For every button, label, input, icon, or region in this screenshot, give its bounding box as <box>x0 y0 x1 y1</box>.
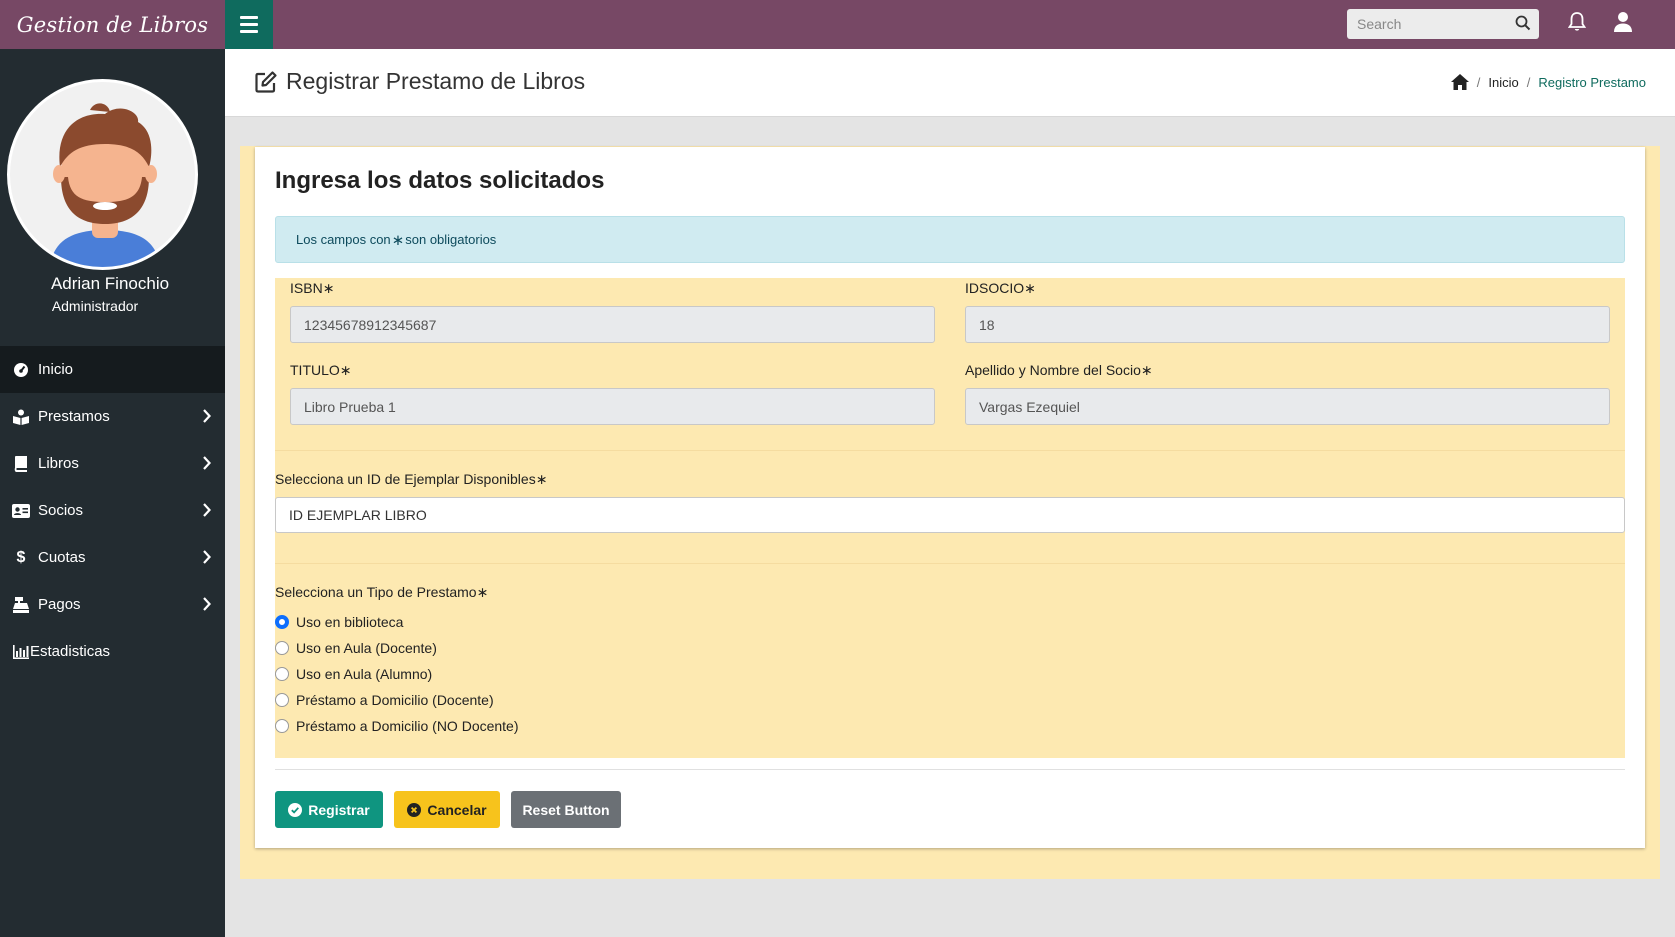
page-header: Registrar Prestamo de Libros / Inicio / … <box>225 49 1675 117</box>
sidebar-item-label: Libros <box>38 455 79 472</box>
check-circle-icon <box>288 802 303 817</box>
tipo-prestamo-label: Selecciona un Tipo de Prestamo∗ <box>275 584 489 600</box>
idsocio-label: IDSOCIO∗ <box>965 280 1036 296</box>
hamburger-icon <box>240 16 258 19</box>
required-mark: ∗ <box>1024 280 1036 296</box>
radio-uso-aula-alumno[interactable]: Uso en Aula (Alumno) <box>275 666 432 682</box>
user-name: Adrian Finochio <box>50 274 170 293</box>
brand-logo[interactable]: Gestion de Libros <box>0 0 225 49</box>
dollar-icon: $ <box>16 548 26 566</box>
sidebar-item-label: Prestamos <box>38 408 110 425</box>
sidebar-item-libros[interactable]: Libros <box>0 440 225 487</box>
top-navbar: Gestion de Libros <box>0 0 1675 49</box>
required-fields-alert: Los campos con ∗ son obligatorios <box>275 216 1625 263</box>
breadcrumb-separator: / <box>1476 74 1481 90</box>
avatar-illustration <box>50 103 160 267</box>
cancelar-button[interactable]: Cancelar <box>394 791 500 828</box>
user-icon[interactable] <box>1613 11 1633 33</box>
chevron-right-icon <box>203 456 211 470</box>
radio-domicilio-no-docente[interactable]: Préstamo a Domicilio (NO Docente) <box>275 718 519 734</box>
bell-icon[interactable] <box>1568 12 1586 32</box>
edit-icon <box>255 70 277 93</box>
chevron-right-icon <box>203 597 211 611</box>
chevron-right-icon <box>203 503 211 517</box>
sidebar-item-label: Estadisticas <box>30 643 111 660</box>
socio-nombre-field[interactable] <box>965 388 1610 425</box>
sidebar-item-pagos[interactable]: Pagos <box>0 581 225 628</box>
chevron-right-icon <box>203 409 211 423</box>
home-icon[interactable] <box>1450 74 1469 90</box>
radio-button[interactable] <box>275 641 289 655</box>
sidebar-item-label: Cuotas <box>38 549 86 566</box>
required-mark: ∗ <box>1140 362 1153 378</box>
isbn-field[interactable] <box>290 306 935 343</box>
sidebar-item-label: Inicio <box>38 361 74 378</box>
breadcrumb-current: Registro Prestamo <box>1538 74 1646 90</box>
radio-button[interactable] <box>275 719 289 733</box>
page-title: Registrar Prestamo de Libros <box>254 68 585 95</box>
cash-register-icon <box>12 596 30 614</box>
radio-button-checked[interactable] <box>275 615 289 629</box>
user-role: Administrador <box>51 298 139 314</box>
required-mark: ∗ <box>535 471 548 487</box>
dashboard-icon <box>12 361 30 379</box>
reset-button[interactable]: Reset Button <box>511 791 621 828</box>
radio-button[interactable] <box>275 693 289 707</box>
id-card-icon <box>12 502 30 520</box>
required-mark: ∗ <box>391 231 405 249</box>
page-title-text: Registrar Prestamo de Libros <box>286 68 586 94</box>
sidebar-item-socios[interactable]: Socios <box>0 487 225 534</box>
book-icon <box>12 455 30 473</box>
radio-uso-aula-docente[interactable]: Uso en Aula (Docente) <box>275 640 437 656</box>
sidebar-nav: Inicio Prestamos Libros Socios $ Cuotas <box>0 346 225 675</box>
menu-toggle-button[interactable] <box>225 0 273 49</box>
cancel-circle-icon <box>407 802 422 817</box>
registrar-button[interactable]: Registrar <box>275 791 383 828</box>
idsocio-field[interactable] <box>965 306 1610 343</box>
required-mark: ∗ <box>322 280 335 296</box>
form-card: Ingresa los datos solicitados Los campos… <box>255 147 1645 848</box>
alert-text-after: son obligatorios <box>405 232 497 247</box>
search-icon[interactable] <box>1515 15 1531 31</box>
form-footer-divider <box>275 769 1625 770</box>
breadcrumb-separator: / <box>1526 74 1531 90</box>
breadcrumb: / Inicio / Registro Prestamo <box>1450 74 1646 90</box>
section-divider <box>275 450 1625 451</box>
reader-icon <box>12 408 30 426</box>
titulo-label: TITULO∗ <box>290 362 352 378</box>
section-divider <box>275 563 1625 564</box>
required-mark: ∗ <box>476 584 489 600</box>
alert-text-before: Los campos con <box>296 232 391 247</box>
search-input[interactable] <box>1357 16 1507 32</box>
form-heading: Ingresa los datos solicitados <box>275 167 605 194</box>
sidebar-item-label: Pagos <box>38 596 81 613</box>
sidebar: Adrian Finochio Administrador Inicio Pre… <box>0 49 225 937</box>
sidebar-item-cuotas[interactable]: $ Cuotas <box>0 534 225 581</box>
chevron-right-icon <box>203 550 211 564</box>
sidebar-item-label: Socios <box>38 502 84 519</box>
sidebar-item-prestamos[interactable]: Prestamos <box>0 393 225 440</box>
sidebar-item-estadisticas[interactable]: Estadisticas <box>0 628 225 675</box>
required-mark: ∗ <box>339 362 352 378</box>
radio-domicilio-docente[interactable]: Préstamo a Domicilio (Docente) <box>275 692 494 708</box>
breadcrumb-inicio[interactable]: Inicio <box>1488 75 1518 90</box>
radio-uso-biblioteca[interactable]: Uso en biblioteca <box>275 614 403 630</box>
titulo-field[interactable] <box>290 388 935 425</box>
avatar <box>7 79 198 270</box>
sidebar-item-inicio[interactable]: Inicio <box>0 346 225 393</box>
socio-nombre-label: Apellido y Nombre del Socio∗ <box>965 362 1153 378</box>
search-box <box>1347 9 1539 39</box>
isbn-label: ISBN∗ <box>290 280 335 296</box>
ejemplar-label: Selecciona un ID de Ejemplar Disponibles… <box>275 471 548 487</box>
chart-icon <box>12 643 30 661</box>
loan-form: ISBN∗ IDSOCIO∗ TITULO∗ Apellido y Nombre… <box>275 278 1625 758</box>
radio-button[interactable] <box>275 667 289 681</box>
ejemplar-select[interactable] <box>275 497 1625 533</box>
